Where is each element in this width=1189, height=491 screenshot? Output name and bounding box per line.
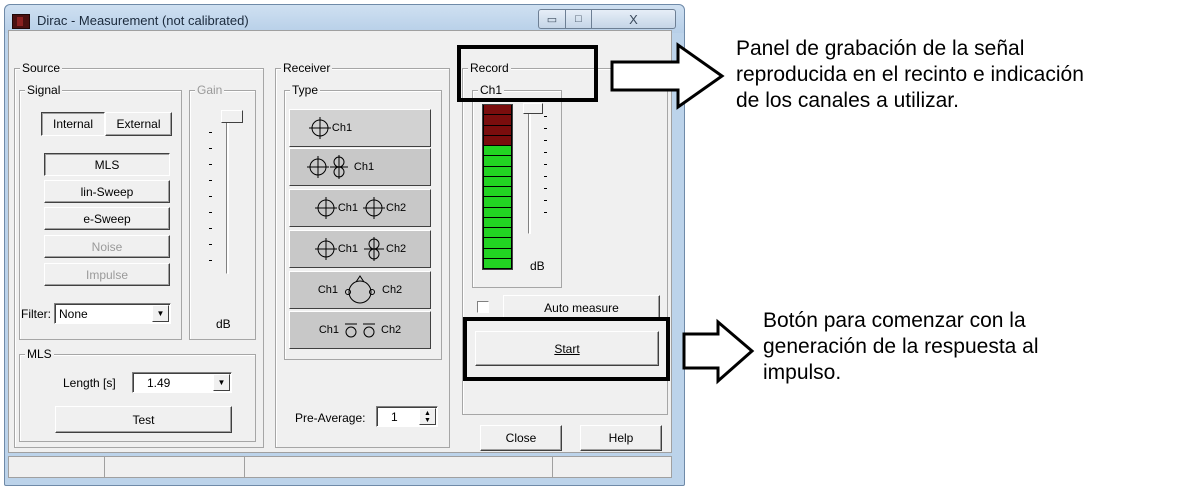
start-annotation-line-1: Botón para comenzar con la [763, 309, 1026, 332]
start-arrow-icon [682, 318, 755, 385]
start-button-annotation: Botón para comenzar con la generación de… [763, 308, 1039, 386]
record-arrow-icon [610, 42, 725, 110]
record-annotation-line-2: reproducida en el recinto e indicación [736, 63, 1084, 86]
start-annotation-line-3: impulso. [763, 361, 842, 384]
record-panel-annotation: Panel de grabación de la señal reproduci… [736, 36, 1084, 114]
start-annotation-line-2: generación de la respuesta al [763, 335, 1039, 358]
record-annotation-line-3: de los canales a utilizar. [736, 89, 959, 112]
record-annotation-line-1: Panel de grabación de la señal [736, 37, 1025, 60]
